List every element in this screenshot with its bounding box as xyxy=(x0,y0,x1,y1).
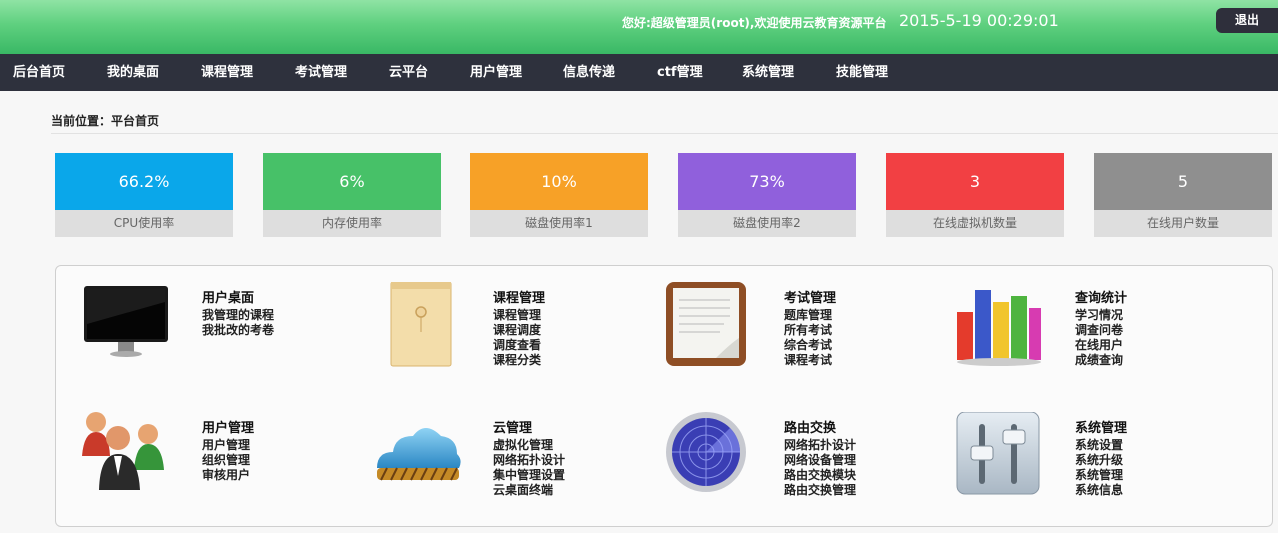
module-title: 云管理 xyxy=(493,421,533,436)
nav-item-user-management[interactable]: 用户管理 xyxy=(470,54,522,91)
module-link[interactable]: 我批改的考卷 xyxy=(202,323,274,338)
module-user-management: 用户管理 用户管理 组织管理 审核用户 xyxy=(82,412,342,512)
nav-item-ctf-management[interactable]: ctf管理 xyxy=(657,54,703,91)
module-link[interactable]: 课程调度 xyxy=(493,323,545,338)
module-link[interactable]: 组织管理 xyxy=(202,453,254,468)
stat-label: CPU使用率 xyxy=(55,210,233,237)
stat-card-cpu: 66.2% CPU使用率 xyxy=(55,153,233,237)
stat-card-memory: 6% 内存使用率 xyxy=(263,153,441,237)
module-text: 考试管理 题库管理 所有考试 综合考试 课程考试 xyxy=(784,290,836,368)
stat-value: 3 xyxy=(886,153,1064,210)
cloud-icon[interactable] xyxy=(373,412,465,504)
module-routing-switching: 路由交换 网络拓扑设计 网络设备管理 路由交换模块 路由交换管理 xyxy=(664,412,924,512)
stat-card-online-vms: 3 在线虚拟机数量 xyxy=(886,153,1064,237)
users-icon[interactable] xyxy=(82,412,174,504)
nav-item-system-management[interactable]: 系统管理 xyxy=(742,54,794,91)
module-link[interactable]: 路由交换管理 xyxy=(784,483,856,498)
module-text: 系统管理 系统设置 系统升级 系统管理 系统信息 xyxy=(1075,420,1127,498)
module-title: 考试管理 xyxy=(784,291,837,306)
main-nav: 后台首页 我的桌面 课程管理 考试管理 云平台 用户管理 信息传递 ctf管理 … xyxy=(0,54,1278,91)
module-link[interactable]: 系统管理 xyxy=(1075,468,1127,483)
folder-icon[interactable] xyxy=(373,281,465,374)
greeting-text: 您好:超级管理员(root),欢迎使用云教育资源平台 xyxy=(622,16,887,30)
stat-card-disk-1: 10% 磁盘使用率1 xyxy=(470,153,648,237)
module-link[interactable]: 调度查看 xyxy=(493,338,545,353)
nav-item-home[interactable]: 后台首页 xyxy=(13,54,65,91)
module-text: 云管理 虚拟化管理 网络拓扑设计 集中管理设置 云桌面终端 xyxy=(493,420,565,498)
module-course-management: 课程管理 课程管理 课程调度 调度查看 课程分类 xyxy=(373,281,633,382)
module-query-statistics: 查询统计 学习情况 调查问卷 在线用户 成绩查询 xyxy=(955,282,1215,382)
module-title: 路由交换 xyxy=(784,421,837,436)
top-header: 您好:超级管理员(root),欢迎使用云教育资源平台 2015-5-19 00:… xyxy=(0,0,1278,54)
module-link[interactable]: 审核用户 xyxy=(202,468,254,483)
stat-label: 在线用户数量 xyxy=(1094,210,1272,237)
module-link[interactable]: 用户管理 xyxy=(202,438,254,453)
stat-value: 10% xyxy=(470,153,648,210)
module-link[interactable]: 系统升级 xyxy=(1075,453,1127,468)
sliders-icon[interactable] xyxy=(955,411,1047,504)
module-link[interactable]: 题库管理 xyxy=(784,308,836,323)
datetime-text: 2015-5-19 00:29:01 xyxy=(899,11,1059,30)
stat-label: 内存使用率 xyxy=(263,210,441,237)
module-link[interactable]: 学习情况 xyxy=(1075,308,1127,323)
notepad-icon[interactable] xyxy=(664,282,756,374)
breadcrumb: 当前位置：平台首页 xyxy=(51,114,160,128)
module-link[interactable]: 集中管理设置 xyxy=(493,468,565,483)
module-link[interactable]: 调查问卷 xyxy=(1075,323,1127,338)
module-link[interactable]: 网络拓扑设计 xyxy=(493,453,565,468)
module-link[interactable]: 路由交换模块 xyxy=(784,468,856,483)
divider xyxy=(51,133,1278,134)
module-text: 用户桌面 我管理的课程 我批改的考卷 xyxy=(202,290,274,338)
module-text: 用户管理 用户管理 组织管理 审核用户 xyxy=(202,420,254,483)
nav-item-skill-management[interactable]: 技能管理 xyxy=(836,54,888,91)
module-link[interactable]: 网络设备管理 xyxy=(784,453,856,468)
module-link[interactable]: 我管理的课程 xyxy=(202,308,274,323)
module-title: 用户管理 xyxy=(202,421,255,436)
stat-value: 73% xyxy=(678,153,856,210)
module-title: 用户桌面 xyxy=(202,291,255,306)
stat-card-disk-2: 73% 磁盘使用率2 xyxy=(678,153,856,237)
module-link[interactable]: 综合考试 xyxy=(784,338,836,353)
nav-item-my-desktop[interactable]: 我的桌面 xyxy=(107,54,159,91)
module-title: 系统管理 xyxy=(1075,421,1128,436)
stat-card-online-users: 5 在线用户数量 xyxy=(1094,153,1272,237)
module-link[interactable]: 系统设置 xyxy=(1075,438,1127,453)
modules-panel: 用户桌面 我管理的课程 我批改的考卷 课程管理 课程管理 课程调度 调度查看 课… xyxy=(55,265,1273,527)
module-text: 课程管理 课程管理 课程调度 调度查看 课程分类 xyxy=(493,290,545,368)
module-link[interactable]: 成绩查询 xyxy=(1075,353,1127,368)
stat-value: 66.2% xyxy=(55,153,233,210)
module-link[interactable]: 课程管理 xyxy=(493,308,545,323)
module-link[interactable]: 网络拓扑设计 xyxy=(784,438,856,453)
radar-icon[interactable] xyxy=(664,412,756,504)
module-text: 查询统计 学习情况 调查问卷 在线用户 成绩查询 xyxy=(1075,290,1127,368)
module-cloud-management: 云管理 虚拟化管理 网络拓扑设计 集中管理设置 云桌面终端 xyxy=(373,412,633,512)
module-text: 路由交换 网络拓扑设计 网络设备管理 路由交换模块 路由交换管理 xyxy=(784,420,856,498)
nav-item-cloud-platform[interactable]: 云平台 xyxy=(389,54,428,91)
nav-item-course-management[interactable]: 课程管理 xyxy=(201,54,253,91)
module-link[interactable]: 在线用户 xyxy=(1075,338,1127,353)
module-link[interactable]: 课程分类 xyxy=(493,353,545,368)
stat-value: 6% xyxy=(263,153,441,210)
module-link[interactable]: 系统信息 xyxy=(1075,483,1127,498)
stat-label: 在线虚拟机数量 xyxy=(886,210,1064,237)
module-title: 查询统计 xyxy=(1075,291,1128,306)
monitor-icon[interactable] xyxy=(82,282,174,374)
module-link[interactable]: 所有考试 xyxy=(784,323,836,338)
stat-label: 磁盘使用率2 xyxy=(678,210,856,237)
stat-value: 5 xyxy=(1094,153,1272,210)
nav-item-exam-management[interactable]: 考试管理 xyxy=(295,54,347,91)
bar-chart-icon[interactable] xyxy=(955,282,1047,374)
module-link[interactable]: 虚拟化管理 xyxy=(493,438,565,453)
module-link[interactable]: 课程考试 xyxy=(784,353,836,368)
module-user-desktop: 用户桌面 我管理的课程 我批改的考卷 xyxy=(82,282,342,382)
module-exam-management: 考试管理 题库管理 所有考试 综合考试 课程考试 xyxy=(664,282,924,382)
nav-item-messaging[interactable]: 信息传递 xyxy=(563,54,615,91)
module-title: 课程管理 xyxy=(493,291,546,306)
logout-button[interactable]: 退出 xyxy=(1216,8,1278,33)
module-system-management: 系统管理 系统设置 系统升级 系统管理 系统信息 xyxy=(955,411,1215,512)
module-link[interactable]: 云桌面终端 xyxy=(493,483,565,498)
stat-label: 磁盘使用率1 xyxy=(470,210,648,237)
